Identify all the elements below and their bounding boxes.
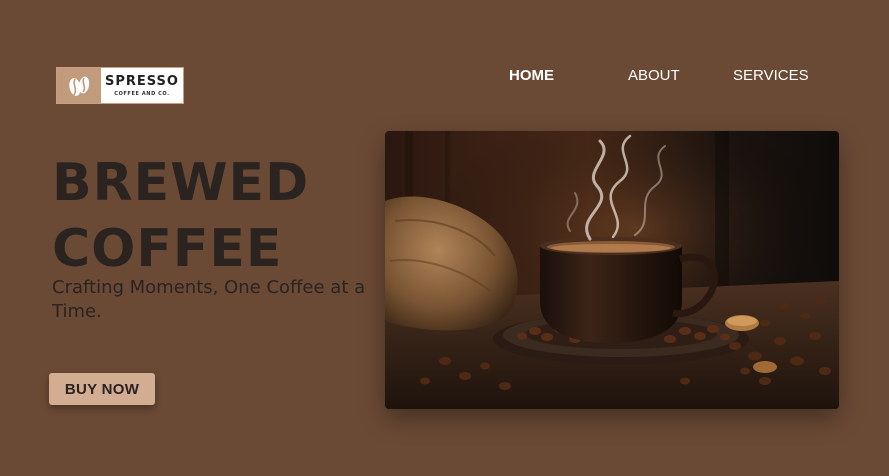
- hero-coffee-image: [385, 131, 839, 409]
- coffee-bean-icon: [57, 68, 101, 103]
- brand-text: SPRESSO COFFEE AND CO.: [101, 68, 183, 103]
- brand-logo[interactable]: SPRESSO COFFEE AND CO.: [56, 67, 184, 104]
- buy-now-button[interactable]: BUY NOW: [49, 373, 155, 405]
- hero-title: BREWED COFFEE: [52, 150, 309, 282]
- hero-title-line1: BREWED: [52, 153, 310, 213]
- brand-tagline: COFFEE AND CO.: [114, 90, 170, 97]
- hero-title-line2: COFFEE: [52, 219, 283, 279]
- nav-services[interactable]: SERVICES: [733, 67, 809, 85]
- nav-home[interactable]: HOME: [509, 67, 554, 85]
- nav-about[interactable]: ABOUT: [628, 67, 680, 85]
- hero-subtitle: Crafting Moments, One Coffee at a Time.: [52, 277, 366, 322]
- brand-name: SPRESSO: [105, 73, 179, 89]
